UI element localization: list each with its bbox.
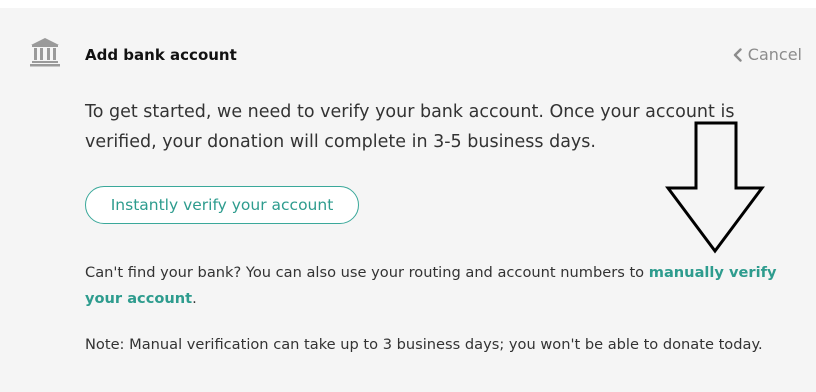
cancel-button[interactable]: Cancel — [733, 45, 802, 64]
chevron-left-icon — [733, 47, 742, 62]
add-bank-account-panel: Add bank account Cancel To get started, … — [0, 0, 816, 392]
bank-icon — [29, 36, 61, 68]
cancel-label: Cancel — [747, 45, 802, 64]
help-text: Can't find your bank? You can also use y… — [85, 260, 785, 312]
help-text-suffix: . — [192, 290, 197, 307]
note-text: Note: Manual verification can take up to… — [85, 336, 763, 353]
page-title: Add bank account — [85, 46, 237, 64]
help-text-body: Can't find your bank? You can also use y… — [85, 264, 649, 281]
down-arrow-icon — [664, 120, 766, 254]
instantly-verify-button[interactable]: Instantly verify your account — [85, 186, 359, 224]
